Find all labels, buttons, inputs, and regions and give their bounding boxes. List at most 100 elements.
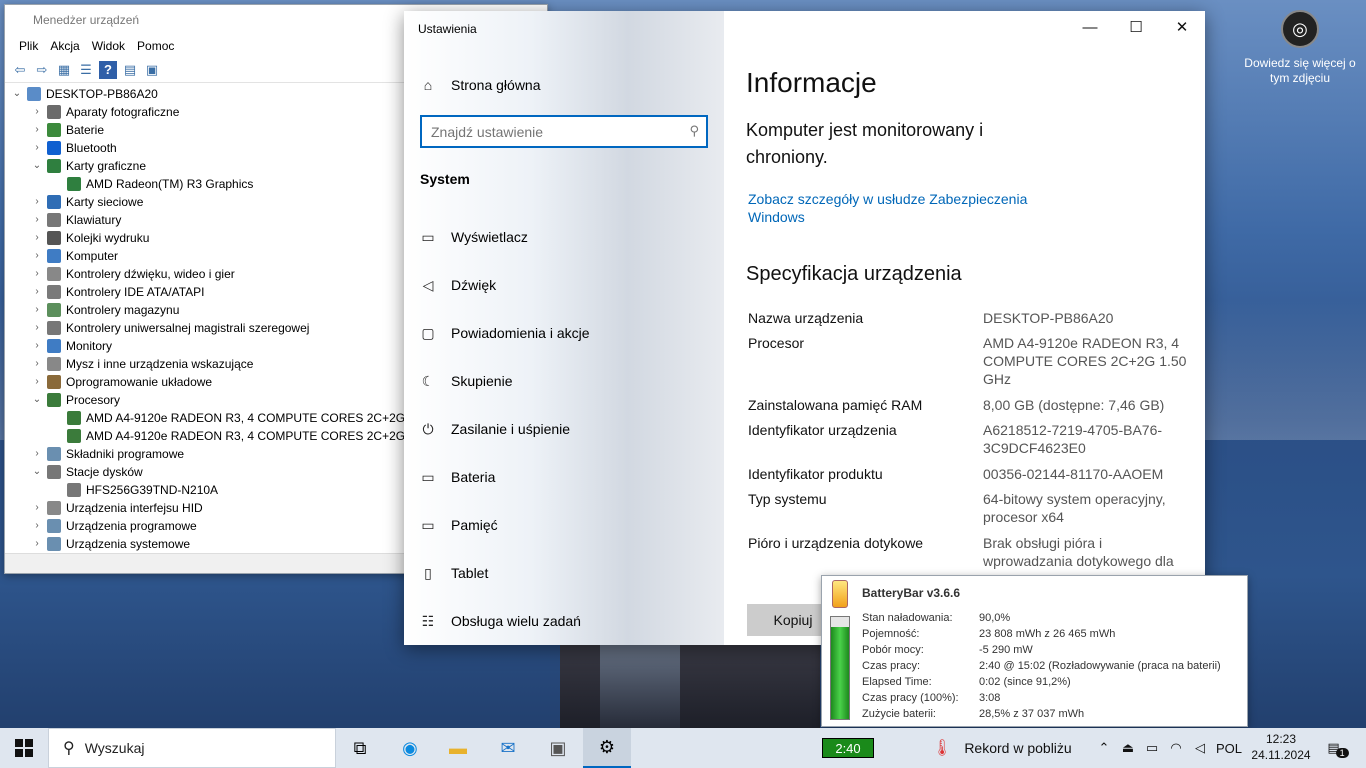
tree-category-item[interactable]: › Komputer <box>31 247 118 265</box>
tree-category-item[interactable]: › Kontrolery magazynu <box>31 301 179 319</box>
taskbar-search[interactable]: ⚲ Wyszukaj <box>48 728 336 768</box>
expand-arrow-icon[interactable]: › <box>31 139 43 157</box>
edge-icon[interactable]: ◉ <box>386 728 434 768</box>
expand-arrow-icon[interactable]: › <box>31 247 43 265</box>
tree-device-item[interactable]: AMD A4-9120e RADEON R3, 4 COMPUTE CORES … <box>51 409 405 427</box>
tree-category-item[interactable]: › Kolejki wydruku <box>31 229 149 247</box>
expand-arrow-icon[interactable]: › <box>31 355 43 373</box>
mail-icon[interactable]: ✉ <box>484 728 532 768</box>
security-link[interactable]: Zobacz szczegóły w usłudze Zabezpieczeni… <box>748 190 1048 226</box>
task-view-icon[interactable]: ⧉ <box>336 728 384 768</box>
nav-item-storage[interactable]: ▭ Pamięć <box>404 505 724 545</box>
tree-device-item[interactable]: HFS256G39TND-N210A <box>51 481 218 499</box>
tree-category-item[interactable]: ⌄ Karty graficzne <box>31 157 146 175</box>
tree-device-item[interactable]: AMD A4-9120e RADEON R3, 4 COMPUTE CORES … <box>51 427 405 445</box>
settings-window[interactable]: Ustawienia ⌂ Strona główna ⚲ System ▭ Wyś… <box>404 11 1205 645</box>
expand-arrow-icon[interactable]: › <box>31 229 43 247</box>
collapse-arrow-icon[interactable]: ⌄ <box>31 391 43 409</box>
file-explorer-icon[interactable]: ▬ <box>434 728 482 768</box>
tree-category-item[interactable]: › Składniki programowe <box>31 445 184 463</box>
tree-category-item[interactable]: › Aparaty fotograficzne <box>31 103 179 121</box>
properties-grid-icon[interactable]: ▦ <box>55 61 73 79</box>
tree-category-item[interactable]: › Kontrolery uniwersalnej magistrali szer… <box>31 319 309 337</box>
expand-arrow-icon[interactable]: › <box>31 265 43 283</box>
expand-arrow-icon[interactable]: › <box>31 121 43 139</box>
tree-category-item[interactable]: › Karty sieciowe <box>31 193 143 211</box>
menu-action[interactable]: Akcja <box>44 35 85 57</box>
language-indicator[interactable]: POL <box>1214 728 1244 768</box>
nav-item-tablet[interactable]: ▯ Tablet <box>404 553 724 593</box>
expand-arrow-icon[interactable]: › <box>31 517 43 535</box>
collapse-arrow-icon[interactable]: ⌄ <box>31 463 43 481</box>
expand-arrow-icon[interactable]: › <box>31 535 43 553</box>
minimize-icon[interactable]: — <box>1067 11 1113 43</box>
menu-file[interactable]: Plik <box>13 35 44 57</box>
tree-category-item[interactable]: › Klawiatury <box>31 211 121 229</box>
spotlight-widget[interactable]: ◎ Dowiedz się więcej o tym zdjęciu <box>1240 10 1360 86</box>
device-view-icon[interactable]: ▤ <box>121 61 139 79</box>
weather-widget[interactable]: 🌡 Rekord w pobliżu <box>932 728 1072 768</box>
expand-arrow-icon[interactable]: › <box>31 445 43 463</box>
tree-category-item[interactable]: › Urządzenia programowe <box>31 517 197 535</box>
expand-arrow-icon[interactable]: › <box>31 499 43 517</box>
forward-icon[interactable]: ⇨ <box>33 61 51 79</box>
device-manager-taskbar-icon[interactable]: ▣ <box>534 728 582 768</box>
help-icon[interactable]: ? <box>99 60 117 79</box>
menu-view[interactable]: Widok <box>86 35 131 57</box>
battery-time-badge[interactable]: 2:40 <box>822 738 874 758</box>
list-icon[interactable]: ☰ <box>77 61 95 79</box>
notification-count: 1 <box>1335 748 1349 758</box>
nav-item-battery[interactable]: ▭ Bateria <box>404 457 724 497</box>
nav-item-multitasking[interactable]: ☷ Obsługa wielu zadań <box>404 601 724 641</box>
search-input[interactable] <box>431 123 676 140</box>
collapse-arrow-icon[interactable]: ⌄ <box>11 85 23 103</box>
nav-item-sound[interactable]: ◁ Dźwięk <box>404 265 724 305</box>
expand-arrow-icon[interactable]: › <box>31 283 43 301</box>
volume-icon[interactable]: ◁ <box>1190 728 1210 768</box>
tree-category-item[interactable]: ⌄ Procesory <box>31 391 120 409</box>
tree-category-item[interactable]: ⌄ Stacje dysków <box>31 463 143 481</box>
expand-arrow-icon[interactable]: › <box>31 301 43 319</box>
usb-device-icon[interactable]: ⏏ <box>1118 728 1138 768</box>
tree-root[interactable]: ⌄ DESKTOP-PB86A20 <box>11 85 158 103</box>
wifi-icon[interactable]: ◠ <box>1166 728 1186 768</box>
chevron-up-icon[interactable]: ⌃ <box>1094 728 1114 768</box>
expand-arrow-icon[interactable]: › <box>31 337 43 355</box>
tree-category-item[interactable]: › Oprogramowanie układowe <box>31 373 212 391</box>
tree-root-label: DESKTOP-PB86A20 <box>46 87 158 101</box>
expand-arrow-icon[interactable]: › <box>31 373 43 391</box>
back-icon[interactable]: ⇦ <box>11 61 29 79</box>
battery-stat-label: Elapsed Time: <box>862 676 932 688</box>
nav-item-focus[interactable]: ☾ Skupienie <box>404 361 724 401</box>
expand-arrow-icon[interactable]: › <box>31 319 43 337</box>
settings-gear-icon[interactable]: ⚙ <box>583 728 631 768</box>
notification-center-icon[interactable]: ▤ 1 <box>1320 728 1356 768</box>
collapse-arrow-icon[interactable]: ⌄ <box>31 157 43 175</box>
expand-arrow-icon[interactable]: › <box>31 103 43 121</box>
start-button[interactable] <box>0 728 48 768</box>
nav-item-display[interactable]: ▭ Wyświetlacz <box>404 217 724 257</box>
tree-device-item[interactable]: AMD Radeon(TM) R3 Graphics <box>51 175 253 193</box>
nav-item-power[interactable]: ⏻ Zasilanie i uśpienie <box>404 409 724 449</box>
expand-arrow-icon[interactable]: › <box>31 193 43 211</box>
tree-category-item[interactable]: › Kontrolery IDE ATA/ATAPI <box>31 283 205 301</box>
tree-category-item[interactable]: › Urządzenia systemowe <box>31 535 190 553</box>
clock[interactable]: 12:23 24.11.2024 <box>1250 731 1312 763</box>
settings-search[interactable]: ⚲ <box>420 115 708 148</box>
tree-category-item[interactable]: › Kontrolery dźwięku, wideo i gier <box>31 265 235 283</box>
tree-category-item[interactable]: › Mysz i inne urządzenia wskazujące <box>31 355 253 373</box>
tree-category-item[interactable]: › Monitory <box>31 337 112 355</box>
spec-label: Identyfikator urządzenia <box>748 422 897 438</box>
nav-home[interactable]: ⌂ Strona główna <box>404 65 724 105</box>
tree-category-item[interactable]: › Bluetooth <box>31 139 117 157</box>
maximize-icon[interactable]: ☐ <box>1113 11 1159 43</box>
display-adapter-icon <box>67 177 81 191</box>
tree-category-item[interactable]: › Baterie <box>31 121 104 139</box>
close-icon[interactable]: ✕ <box>1159 11 1205 43</box>
scan-hardware-icon[interactable]: ▣ <box>143 61 161 79</box>
menu-help[interactable]: Pomoc <box>131 35 180 57</box>
expand-arrow-icon[interactable]: › <box>31 211 43 229</box>
battery-tray-icon[interactable]: ▭ <box>1142 728 1162 768</box>
nav-item-notifications[interactable]: ▢ Powiadomienia i akcje <box>404 313 724 353</box>
tree-category-item[interactable]: › Urządzenia interfejsu HID <box>31 499 203 517</box>
